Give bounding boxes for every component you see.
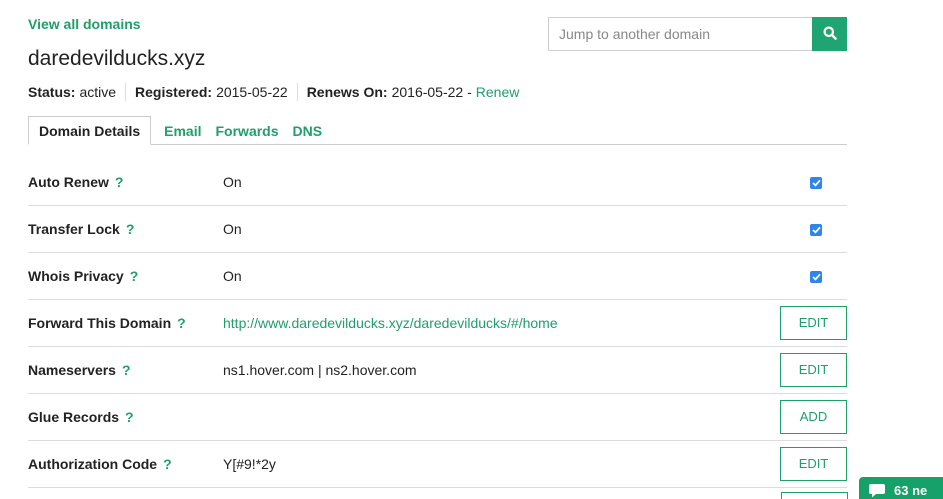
status-label: Status: (28, 84, 76, 100)
renew-link[interactable]: Renew (476, 83, 520, 101)
row-whois-privacy: Whois Privacy? On (28, 253, 847, 300)
renews-segment: Renews On: 2016-05-22 - Renew (296, 83, 529, 101)
tab-forwards[interactable]: Forwards (209, 118, 286, 144)
edit-nameservers-button[interactable]: EDIT (780, 353, 847, 387)
status-value: active (79, 84, 117, 100)
registered-label: Registered: (135, 84, 213, 100)
tab-domain-details[interactable]: Domain Details (28, 116, 152, 145)
search-icon (823, 26, 837, 43)
row-glue-records: Glue Records? ADD (28, 394, 847, 441)
edit-auth-code-button[interactable]: EDIT (780, 447, 847, 481)
row-label-text: Nameservers (28, 362, 116, 378)
domain-status-line: Status: active Registered: 2015-05-22 Re… (28, 83, 528, 101)
row-label: Authorization Code? (28, 456, 172, 472)
domain-tabs: Domain Details Email Forwards DNS (28, 116, 847, 145)
row-label: Glue Records? (28, 409, 134, 425)
row-value: ns1.hover.com | ns2.hover.com (223, 362, 417, 378)
help-icon[interactable]: ? (122, 362, 131, 378)
row-value: On (223, 221, 242, 237)
row-value: On (223, 174, 242, 190)
registered-segment: Registered: 2015-05-22 (125, 83, 297, 101)
row-label: Auto Renew? (28, 174, 123, 190)
checkmark-icon (811, 179, 821, 187)
help-icon[interactable]: ? (126, 221, 135, 237)
row-label-text: Authorization Code (28, 456, 158, 472)
edit-forward-button[interactable]: EDIT (780, 306, 847, 340)
domain-search (548, 17, 847, 51)
help-icon[interactable]: ? (130, 268, 139, 284)
page-title: daredevilducks.xyz (28, 47, 206, 70)
row-forward-domain: Forward This Domain? http://www.daredevi… (28, 300, 847, 347)
forward-url-link[interactable]: http://www.daredevilducks.xyz/daredevild… (223, 315, 558, 331)
view-all-domains-link[interactable]: View all domains (28, 16, 141, 32)
renews-value: 2016-05-22 - (391, 84, 472, 100)
row-label-text: Whois Privacy (28, 268, 124, 284)
row-value: Y[#9!*2y (223, 456, 276, 472)
help-icon[interactable]: ? (177, 315, 186, 331)
transfer-lock-checkbox[interactable] (810, 224, 822, 236)
domain-details-page: View all domains daredevilducks.xyz Stat… (0, 0, 943, 499)
details-table: Auto Renew? On Transfer Lock? On Whois P… (28, 159, 847, 488)
row-label: Whois Privacy? (28, 268, 138, 284)
row-label-text: Transfer Lock (28, 221, 120, 237)
registered-value: 2015-05-22 (216, 84, 288, 100)
search-button[interactable] (812, 17, 847, 51)
row-nameservers: Nameservers? ns1.hover.com | ns2.hover.c… (28, 347, 847, 394)
tab-email[interactable]: Email (157, 118, 208, 144)
add-glue-record-button[interactable]: ADD (780, 400, 847, 434)
next-row-button-partial[interactable] (781, 492, 848, 499)
row-label: Nameservers? (28, 362, 131, 378)
tab-dns[interactable]: DNS (286, 118, 330, 144)
auto-renew-checkbox[interactable] (810, 177, 822, 189)
row-label: Forward This Domain? (28, 315, 186, 331)
row-label: Transfer Lock? (28, 221, 134, 237)
help-icon[interactable]: ? (125, 409, 134, 425)
row-label-text: Forward This Domain (28, 315, 172, 331)
row-auto-renew: Auto Renew? On (28, 159, 847, 206)
checkmark-icon (811, 226, 821, 234)
chat-count-text: 63 ne (894, 482, 928, 498)
help-icon[interactable]: ? (115, 174, 124, 190)
search-input[interactable] (548, 17, 813, 51)
row-label-text: Glue Records (28, 409, 120, 425)
row-authorization-code: Authorization Code? Y[#9!*2y EDIT (28, 441, 847, 488)
renews-label: Renews On: (306, 84, 388, 100)
help-icon[interactable]: ? (163, 456, 172, 472)
status-segment: Status: active (28, 83, 125, 101)
chat-widget[interactable]: 63 ne (859, 477, 943, 499)
chat-bubble-icon (869, 483, 885, 497)
checkmark-icon (811, 273, 821, 281)
row-transfer-lock: Transfer Lock? On (28, 206, 847, 253)
row-label-text: Auto Renew (28, 174, 109, 190)
whois-privacy-checkbox[interactable] (810, 271, 822, 283)
row-value: On (223, 268, 242, 284)
